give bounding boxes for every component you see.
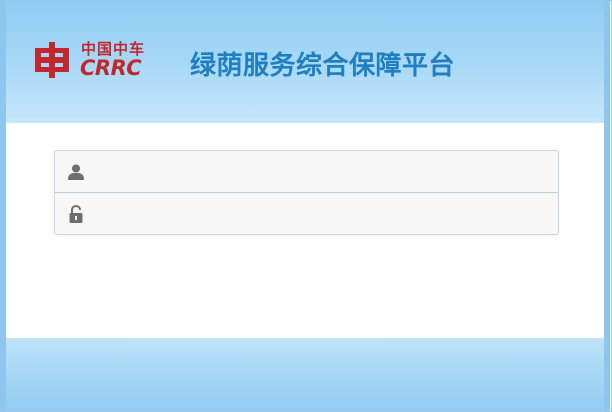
page-title: 绿荫服务综合保障平台 xyxy=(190,51,456,81)
password-input[interactable] xyxy=(97,194,558,234)
frame-left-edge xyxy=(0,123,6,338)
login-form xyxy=(54,150,559,235)
frame-right-edge xyxy=(604,123,610,338)
user-icon xyxy=(55,151,97,193)
crrc-logo-mark xyxy=(35,42,69,78)
username-field xyxy=(55,151,558,193)
username-input[interactable] xyxy=(97,151,558,192)
lock-icon xyxy=(55,193,97,235)
crrc-logo: 中国中车 CRRC xyxy=(32,38,156,82)
password-field xyxy=(55,193,558,235)
footer-banner xyxy=(0,338,610,411)
header-banner: 中国中车 CRRC 绿荫服务综合保障平台 xyxy=(0,0,610,123)
logo-text-en: CRRC xyxy=(80,56,142,80)
